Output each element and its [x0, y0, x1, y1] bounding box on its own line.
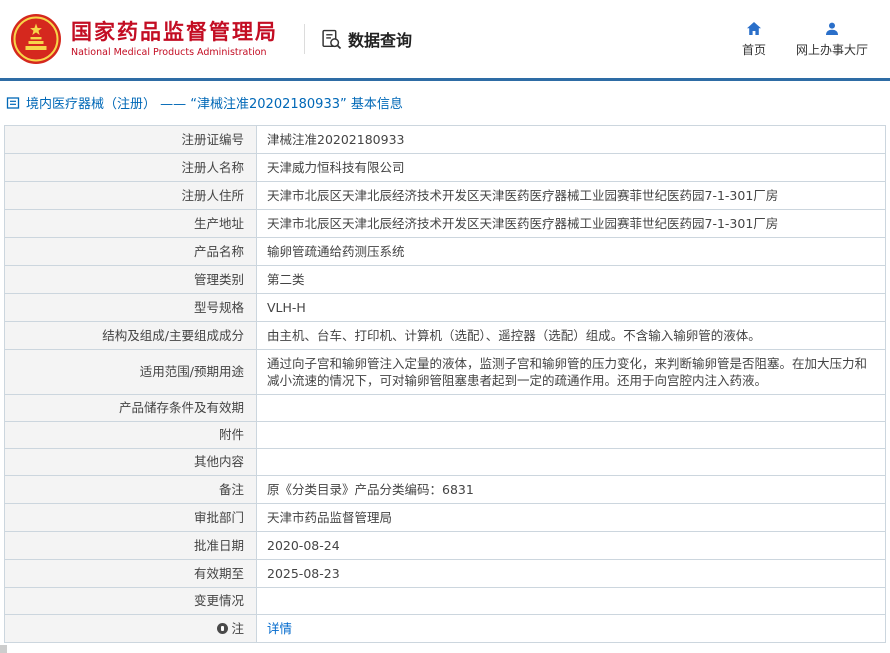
note-icon [217, 622, 229, 634]
row-value: 2020-08-24 [256, 531, 886, 560]
row-value: 津械注准20202180933 [256, 125, 886, 154]
row-label: 变更情况 [4, 587, 257, 615]
agency-names: 国家药品监督管理局 National Medical Products Admi… [71, 20, 278, 58]
table-row: 注册人住所 天津市北辰区天津北辰经济技术开发区天津医药医疗器械工业园赛菲世纪医药园… [4, 181, 886, 210]
table-row: 注册人名称 天津威力恒科技有限公司 [4, 153, 886, 182]
data-query-section[interactable]: 数据查询 [321, 27, 412, 51]
row-label: 审批部门 [4, 503, 257, 532]
row-label: 附件 [4, 421, 257, 449]
row-value: 详情 [256, 614, 886, 643]
table-row: 有效期至 2025-08-23 [4, 559, 886, 588]
table-row: 其他内容 [4, 448, 886, 476]
table-row: 注详情 [4, 614, 886, 643]
table-row: 审批部门 天津市药品监督管理局 [4, 503, 886, 532]
table-row: 产品储存条件及有效期 [4, 394, 886, 422]
agency-name-zh: 国家药品监督管理局 [71, 20, 278, 44]
nmpa-logo: 国家药品监督管理局 National Medical Products Admi… [10, 13, 278, 65]
table-row: 备注 原《分类目录》产品分类编码：6831 [4, 475, 886, 504]
content: 境内医疗器械（注册） —— “津械注准20202180933” 基本信息 注册证… [0, 81, 890, 653]
row-value: 2025-08-23 [256, 559, 886, 588]
header-nav: 首页 网上办事大厅 [742, 21, 868, 58]
table-row: 批准日期 2020-08-24 [4, 531, 886, 560]
table-row: 变更情况 [4, 587, 886, 615]
row-label: 注册人住所 [4, 181, 257, 210]
home-icon [746, 21, 761, 35]
row-value: 天津威力恒科技有限公司 [256, 153, 886, 182]
row-value: VLH-H [256, 293, 886, 322]
row-value: 天津市北辰区天津北辰经济技术开发区天津医药医疗器械工业园赛菲世纪医药园7-1-3… [256, 181, 886, 210]
row-label: 适用范围/预期用途 [4, 349, 257, 395]
row-value [256, 587, 886, 615]
row-value: 由主机、台车、打印机、计算机（选配）、遥控器（选配）组成。不含输入输卵管的液体。 [256, 321, 886, 350]
row-label: 注册人名称 [4, 153, 257, 182]
row-label: 批准日期 [4, 531, 257, 560]
table-row: 生产地址 天津市北辰区天津北辰经济技术开发区天津医药医疗器械工业园赛菲世纪医药园7… [4, 209, 886, 238]
registry-icon [6, 96, 20, 109]
table-row: 产品名称 输卵管疏通给药测压系统 [4, 237, 886, 266]
row-label: 产品储存条件及有效期 [4, 394, 257, 422]
row-label: 管理类别 [4, 265, 257, 294]
row-value [256, 421, 886, 449]
table-row: 结构及组成/主要组成成分 由主机、台车、打印机、计算机（选配）、遥控器（选配）组成… [4, 321, 886, 350]
agency-name-en: National Medical Products Administration [71, 47, 267, 58]
table-row: 管理类别 第二类 [4, 265, 886, 294]
row-label: 结构及组成/主要组成成分 [4, 321, 257, 350]
table-row: 附件 [4, 421, 886, 449]
nav-home-label: 首页 [741, 42, 766, 57]
detail-link[interactable]: 详情 [267, 621, 292, 636]
row-label: 型号规格 [4, 293, 257, 322]
data-query-icon [322, 29, 342, 49]
nav-service-hall-label: 网上办事大厅 [795, 42, 868, 57]
row-label: 产品名称 [4, 237, 257, 266]
breadcrumb-text: 境内医疗器械（注册） —— “津械注准20202180933” 基本信息 [26, 97, 403, 112]
row-value [256, 394, 886, 422]
row-label: 有效期至 [4, 559, 257, 588]
row-label: 生产地址 [4, 209, 257, 238]
row-value [256, 448, 886, 476]
row-label: 注 [4, 614, 257, 643]
row-value: 天津市药品监督管理局 [256, 503, 886, 532]
row-value: 第二类 [256, 265, 886, 294]
scrollbar-corner [0, 645, 7, 653]
section-title: 数据查询 [348, 31, 413, 50]
user-icon [825, 22, 838, 35]
header-divider [304, 24, 305, 54]
row-value: 通过向子宫和输卵管注入定量的液体，监测子宫和输卵管的压力变化，来判断输卵管是否阻… [256, 349, 886, 395]
row-label: 注册证编号 [4, 125, 257, 154]
row-value: 输卵管疏通给药测压系统 [256, 237, 886, 266]
table-row: 注册证编号 津械注准20202180933 [4, 125, 886, 154]
table-row: 型号规格 VLH-H [4, 293, 886, 322]
breadcrumb: 境内医疗器械（注册） —— “津械注准20202180933” 基本信息 [4, 86, 886, 118]
row-label: 其他内容 [4, 448, 257, 476]
nav-home[interactable]: 首页 [742, 21, 766, 58]
row-value: 原《分类目录》产品分类编码：6831 [256, 475, 886, 504]
row-label: 备注 [4, 475, 257, 504]
registration-info-table: 注册证编号 津械注准20202180933 注册人名称 天津威力恒科技有限公司 注册人住… [4, 125, 886, 643]
row-value: 天津市北辰区天津北辰经济技术开发区天津医药医疗器械工业园赛菲世纪医药园7-1-3… [256, 209, 886, 238]
site-header: 国家药品监督管理局 National Medical Products Admi… [0, 0, 890, 78]
table-row: 适用范围/预期用途 通过向子宫和输卵管注入定量的液体，监测子宫和输卵管的压力变化，… [4, 349, 886, 395]
nav-service-hall[interactable]: 网上办事大厅 [796, 21, 868, 58]
national-emblem-icon [11, 14, 61, 64]
